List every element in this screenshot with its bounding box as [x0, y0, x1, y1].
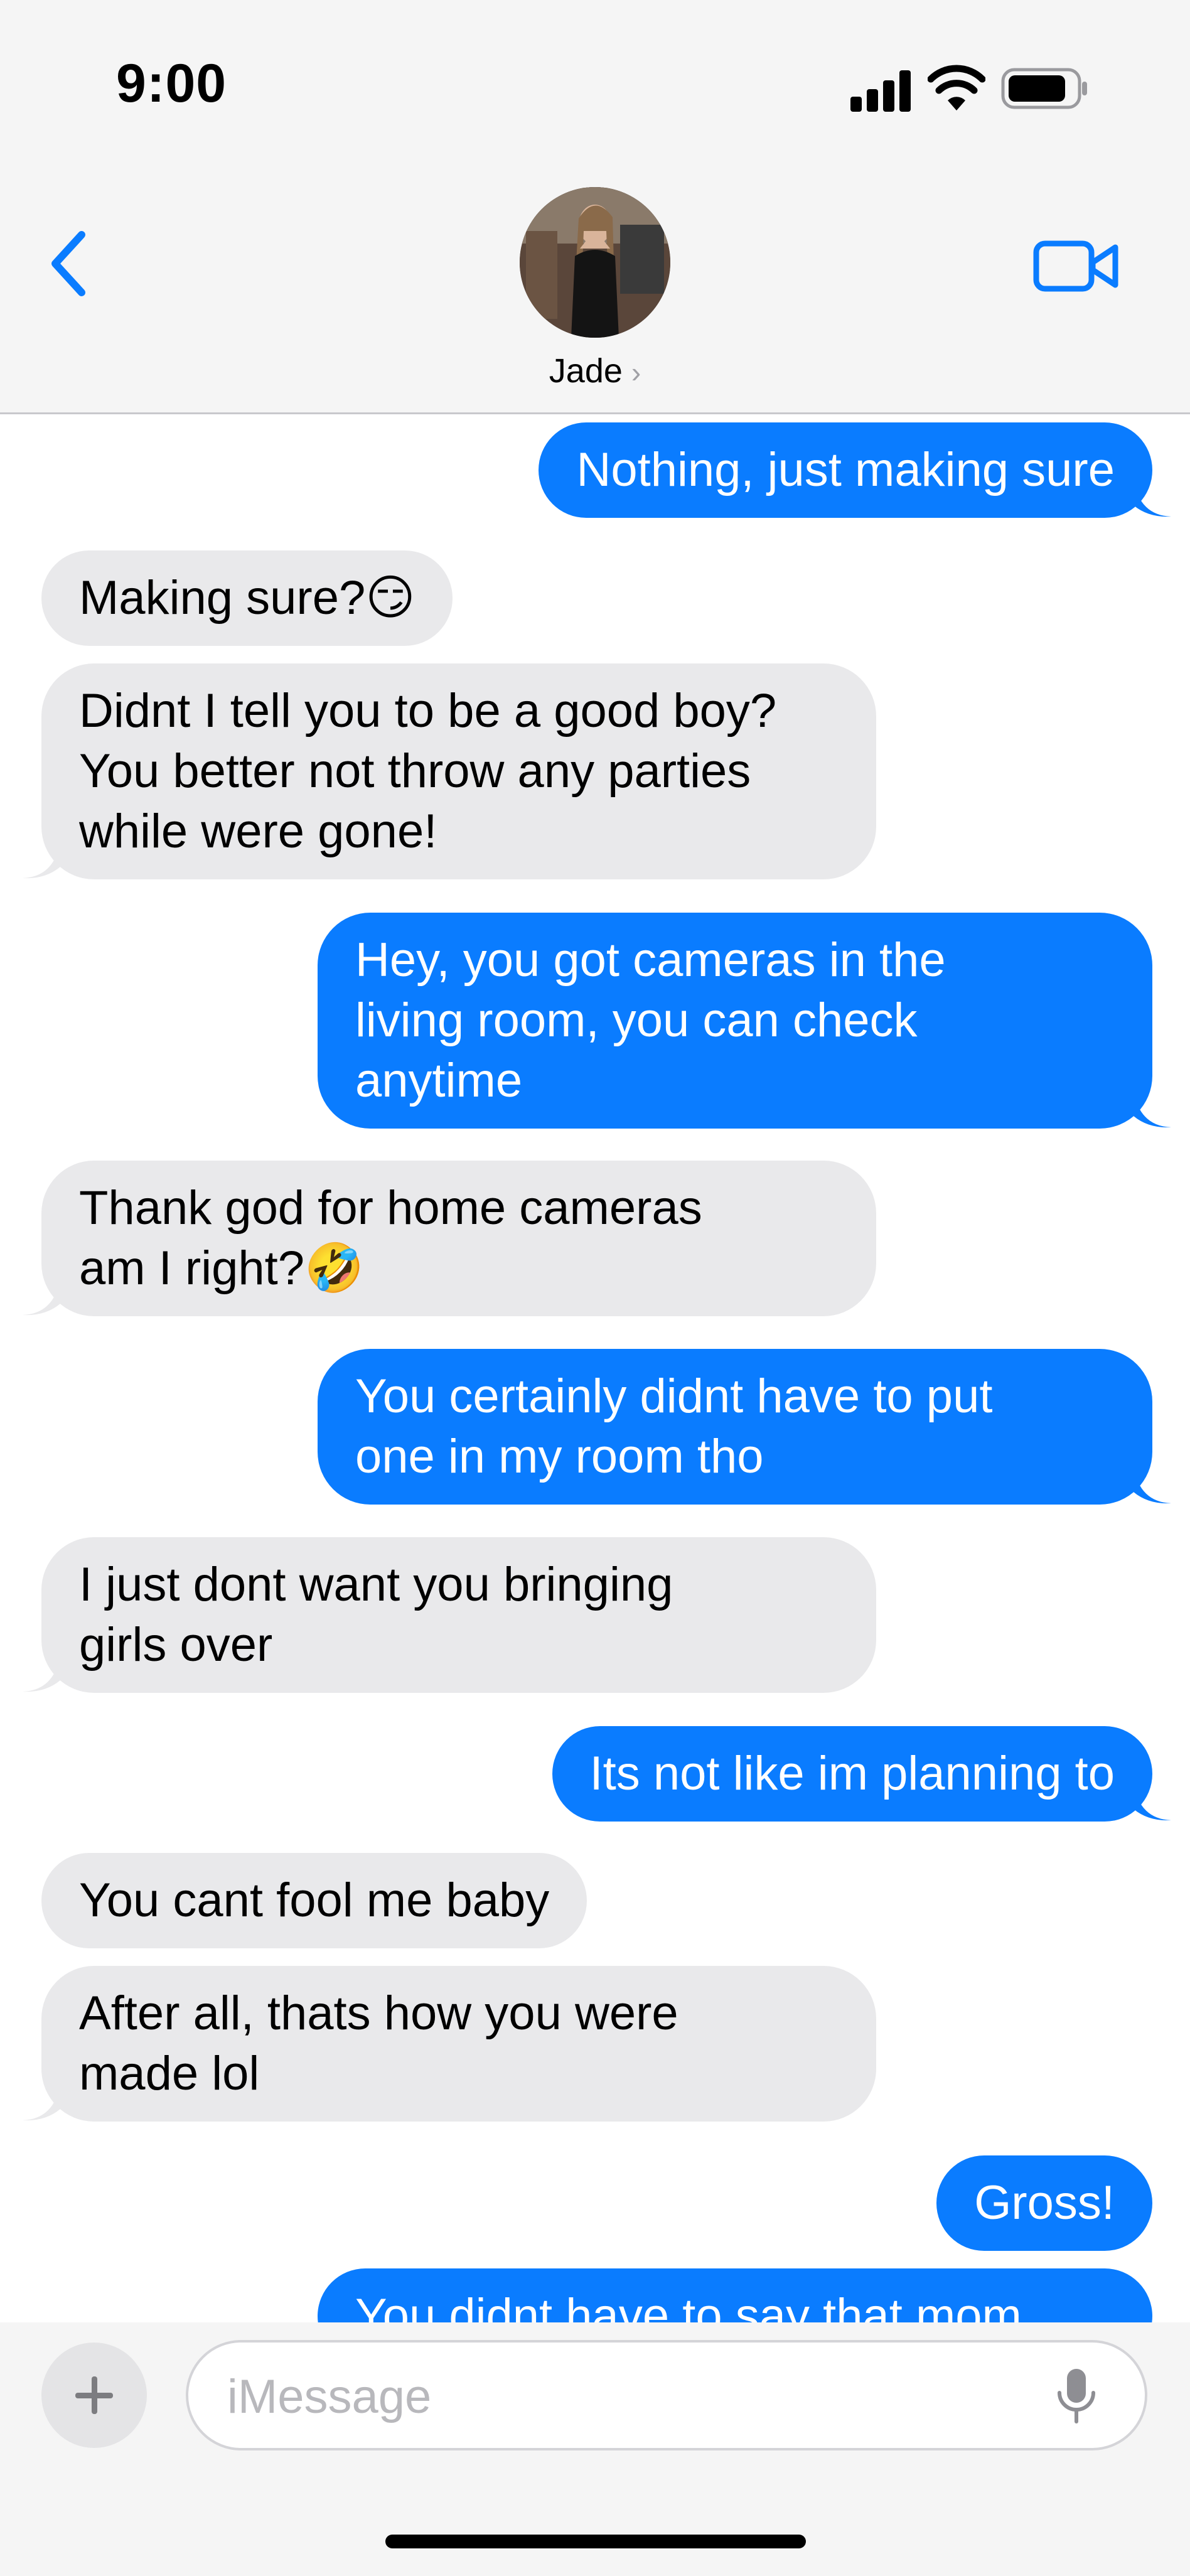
- message-text: made lol: [79, 2047, 260, 2100]
- avatar-photo: [520, 187, 670, 338]
- message-text: Gross!: [974, 2176, 1115, 2230]
- home-indicator[interactable]: [385, 2535, 806, 2548]
- message-text: girls over: [79, 1618, 273, 1672]
- message-field[interactable]: [186, 2340, 1147, 2450]
- imessage-input[interactable]: [226, 2368, 1044, 2425]
- status-bar-time: 9:00: [116, 53, 227, 114]
- message-bubble-outgoing[interactable]: Nothing, just making sure: [539, 422, 1171, 518]
- message-text: while were gone!: [79, 805, 437, 858]
- message-text: Nothing, just making sure: [576, 443, 1115, 496]
- message-text: After all, thats how you were: [79, 1987, 678, 2040]
- bubble-tail: [23, 1655, 60, 1692]
- message-text: living room, you can check: [355, 994, 918, 1047]
- chevron-right-icon: ›: [631, 356, 641, 389]
- bubble-tail: [1134, 480, 1171, 517]
- conversation-header: 9:00 Jade ›: [0, 0, 1190, 414]
- message-text: Its not like im planning to: [589, 1747, 1115, 1800]
- message-text: am I right?🤣: [79, 1242, 364, 1295]
- contact-avatar[interactable]: [520, 187, 670, 338]
- message-text: Hey, you got cameras in the: [355, 933, 946, 987]
- message-text: Thank god for home cameras: [79, 1181, 702, 1235]
- apps-plus-button[interactable]: [41, 2343, 147, 2448]
- microphone-icon[interactable]: [1054, 2366, 1098, 2427]
- message-bubble-incoming[interactable]: After all, thats how you were made lol: [23, 1966, 876, 2122]
- message-text: anytime: [355, 1054, 523, 1107]
- bubble-tail: [1134, 1091, 1171, 1128]
- contact-name-button[interactable]: Jade ›: [0, 352, 1190, 390]
- bubble-tail: [23, 1279, 60, 1316]
- message-text: You certainly didnt have to put: [355, 1370, 993, 1423]
- cellular-signal-icon: [850, 70, 913, 112]
- video-call-button[interactable]: [1032, 235, 1120, 298]
- message-text: one in my room tho: [355, 1430, 764, 1483]
- message-text: You didnt have to say that mom: [355, 2289, 1022, 2322]
- bubble-tail: [1134, 1467, 1171, 1504]
- message-bubble-outgoing[interactable]: You certainly didnt have to put one in m…: [318, 1349, 1171, 1505]
- message-bubble-incoming[interactable]: Didnt I tell you to be a good boy? You b…: [23, 663, 876, 879]
- bubble-tail: [23, 2084, 60, 2121]
- back-button[interactable]: [45, 226, 95, 301]
- message-bubble-outgoing[interactable]: Its not like im planning to: [552, 1726, 1171, 1822]
- message-text: You better not throw any parties: [79, 744, 751, 798]
- bubble-tail: [1134, 1784, 1171, 1821]
- message-text: You cant fool me baby: [79, 1874, 550, 1927]
- message-text: I just dont want you bringing: [79, 1558, 673, 1611]
- message-text: Making sure?😏: [79, 571, 415, 625]
- contact-name: Jade: [549, 352, 623, 390]
- message-bubble-incoming[interactable]: You cant fool me baby: [41, 1853, 587, 1948]
- message-bubble-incoming[interactable]: Thank god for home cameras am I right?🤣: [23, 1161, 876, 1316]
- message-bubble-incoming[interactable]: I just dont want you bringing girls over: [23, 1537, 876, 1693]
- message-bubble-outgoing[interactable]: Gross!: [936, 2155, 1152, 2251]
- message-thread[interactable]: Nothing, just making sure Making sure?😏 …: [0, 416, 1190, 2322]
- message-bubble-outgoing[interactable]: Hey, you got cameras in the living room,…: [318, 913, 1171, 1129]
- message-text: Didnt I tell you to be a good boy?: [79, 684, 777, 738]
- wifi-icon: [928, 65, 985, 110]
- message-bubble-outgoing[interactable]: You didnt have to say that mom: [318, 2268, 1152, 2322]
- battery-icon: [1001, 68, 1087, 109]
- bubble-tail: [23, 842, 60, 879]
- message-bubble-incoming[interactable]: Making sure?😏: [41, 550, 453, 646]
